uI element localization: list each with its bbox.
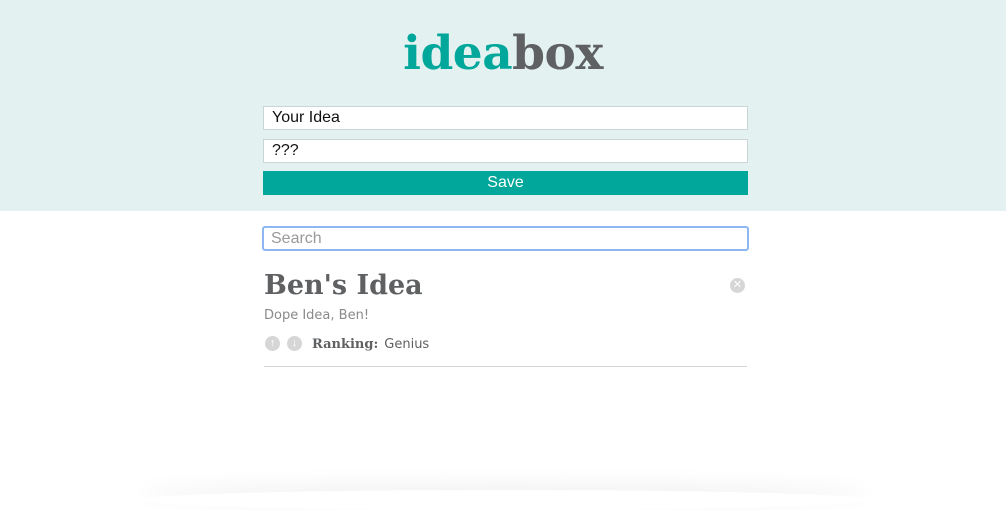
idea-title[interactable]: Ben's Idea	[264, 268, 423, 304]
ranking-label: Ranking:	[312, 337, 379, 352]
ranking: Ranking: Genius	[312, 336, 429, 353]
ranking-value: Genius	[384, 337, 430, 352]
app-logo: ideabox	[0, 24, 1006, 84]
logo-box: box	[512, 26, 603, 81]
arrow-up-circle-icon[interactable]: ↑	[265, 336, 280, 351]
idea-title-input[interactable]	[263, 106, 748, 130]
save-button[interactable]: Save	[263, 171, 748, 195]
logo-idea: idea	[403, 26, 513, 81]
search-input[interactable]	[262, 226, 749, 251]
close-circle-icon[interactable]: ✕	[730, 278, 745, 293]
idea-body[interactable]: Dope Idea, Ben!	[264, 308, 369, 323]
header: ideabox Save	[0, 0, 1006, 211]
idea-card: Ben's Idea ✕ Dope Idea, Ben! ↑ ↓ Ranking…	[264, 262, 747, 367]
idea-body-input[interactable]	[263, 139, 748, 163]
bottom-shadow	[140, 490, 870, 510]
arrow-down-circle-icon[interactable]: ↓	[287, 336, 302, 351]
